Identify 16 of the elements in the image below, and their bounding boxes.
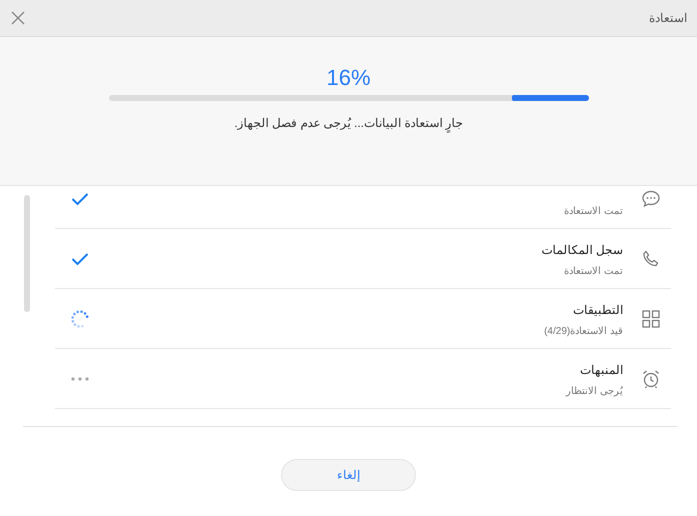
item-status: تمت الاستعادة bbox=[563, 204, 623, 216]
cancel-button[interactable]: إلغاء bbox=[281, 459, 416, 491]
chat-bubble-icon bbox=[641, 188, 661, 208]
item-status: تمت الاستعادة bbox=[563, 264, 623, 276]
item-status: يُرجى الانتظار bbox=[564, 384, 623, 396]
window-title: استعادة bbox=[649, 11, 687, 25]
item-title: سجل المكالمات bbox=[540, 242, 623, 256]
grid-icon bbox=[642, 310, 660, 328]
scrollbar[interactable] bbox=[24, 195, 30, 312]
alarm-clock-icon bbox=[641, 368, 661, 388]
phone-icon bbox=[641, 248, 661, 268]
item-title: المنبهات bbox=[579, 362, 623, 376]
close-button[interactable] bbox=[10, 10, 26, 26]
progress-percent: 16% bbox=[326, 65, 371, 91]
item-status: قيد الاستعادة(4/29) bbox=[543, 324, 623, 336]
item-title: التطبيقات bbox=[572, 302, 623, 316]
